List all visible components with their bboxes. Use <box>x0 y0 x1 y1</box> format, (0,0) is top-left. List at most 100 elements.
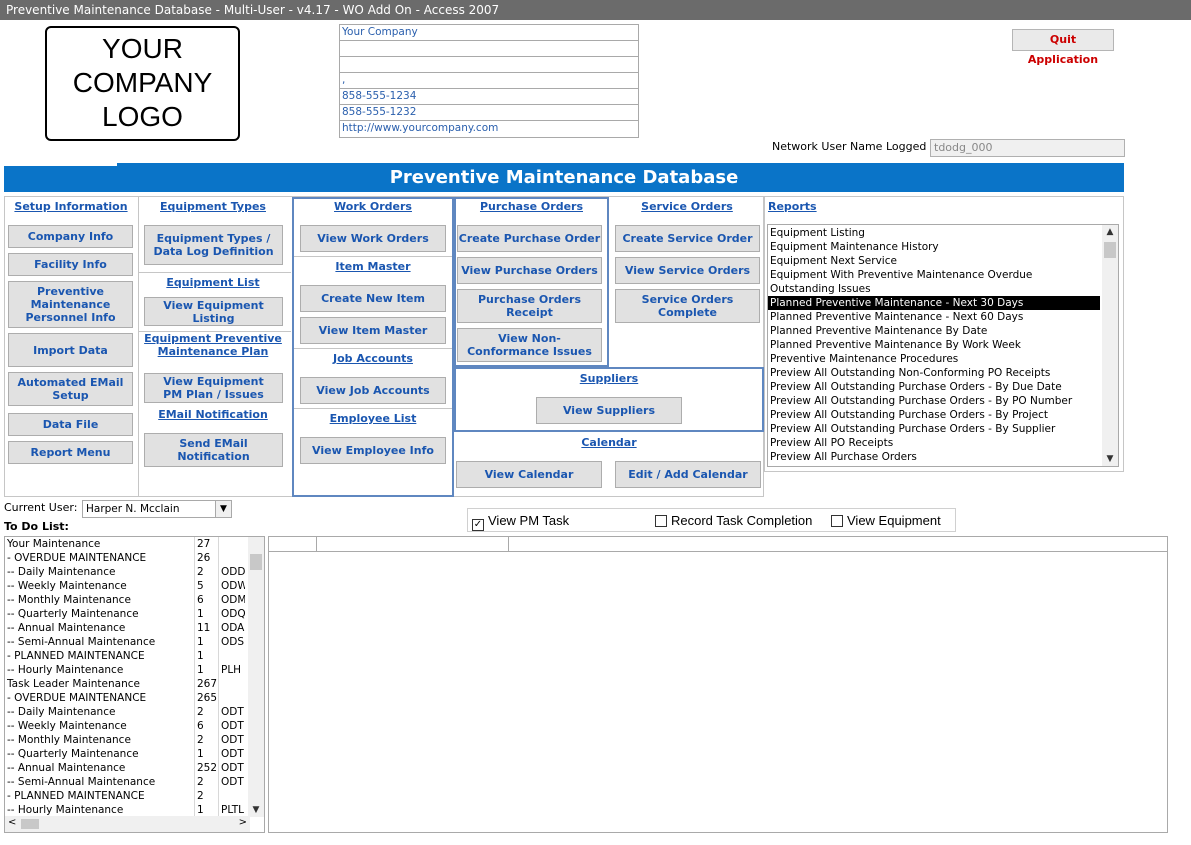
automated-email-setup-button[interactable]: Automated EMail Setup <box>8 372 133 406</box>
view-equipment-pm-plan-button[interactable]: View Equipment PM Plan / Issues <box>144 373 283 403</box>
report-list-item[interactable]: Preventive Maintenance Procedures <box>768 352 1100 366</box>
scroll-down-icon[interactable]: ▼ <box>1102 452 1118 466</box>
todo-row[interactable]: -- Hourly Maintenance 1 PLTL <box>5 803 264 817</box>
todo-row[interactable]: - PLANNED MAINTENANCE 1 <box>5 649 264 663</box>
report-list-item[interactable]: Planned Preventive Maintenance - Next 60… <box>768 310 1100 324</box>
view-item-master-button[interactable]: View Item Master <box>300 317 446 344</box>
scroll-right-icon[interactable]: > <box>239 817 247 828</box>
view-purchase-orders-button[interactable]: View Purchase Orders <box>457 257 602 284</box>
scroll-left-icon[interactable]: < <box>8 817 16 828</box>
todo-row[interactable]: -- Weekly Maintenance5ODW <box>5 579 264 593</box>
scroll-down-icon[interactable]: ▼ <box>248 803 264 817</box>
report-list-item[interactable]: Equipment With Preventive Maintenance Ov… <box>768 268 1100 282</box>
todo-row[interactable]: -- Quarterly Maintenance 1 ODQ <box>5 607 264 621</box>
report-list-item[interactable]: Equipment Listing <box>768 226 1100 240</box>
view-suppliers-button[interactable]: View Suppliers <box>536 397 682 424</box>
todo-row[interactable]: -- Annual Maintenance 11 ODA <box>5 621 264 635</box>
todo-row[interactable]: -- Semi-Annual Maintenance 2 ODT <box>5 775 264 789</box>
report-list-item[interactable]: Preview All Outstanding Purchase Orders … <box>768 380 1100 394</box>
task-detail-grid[interactable] <box>268 536 1168 833</box>
report-list-item[interactable]: Preview All Outstanding Purchase Orders … <box>768 394 1100 408</box>
purchase-orders-receipt-button[interactable]: Purchase Orders Receipt <box>457 289 602 323</box>
data-file-button[interactable]: Data File <box>8 413 133 436</box>
reports-list[interactable]: Equipment Listing Equipment Maintenance H… <box>767 224 1119 467</box>
todo-row[interactable]: - OVERDUE MAINTENANCE 265 <box>5 691 264 705</box>
chevron-down-icon[interactable]: ▼ <box>215 501 231 517</box>
job-accounts-header[interactable]: Job Accounts <box>294 352 452 365</box>
employee-list-header[interactable]: Employee List <box>294 412 452 425</box>
view-job-accounts-button[interactable]: View Job Accounts <box>300 377 446 404</box>
edit-add-calendar-button[interactable]: Edit / Add Calendar <box>615 461 761 488</box>
scroll-up-icon[interactable]: ▲ <box>1102 225 1118 239</box>
create-purchase-order-button[interactable]: Create Purchase Order <box>457 225 602 252</box>
report-menu-button[interactable]: Report Menu <box>8 441 133 464</box>
view-non-conformance-issues-button[interactable]: View Non-Conformance Issues <box>457 328 602 362</box>
reports-scrollbar[interactable]: ▲ ▼ <box>1102 225 1118 466</box>
work-orders-header[interactable]: Work Orders <box>294 200 452 213</box>
report-list-item[interactable]: Preview All Outstanding Purchase Orders … <box>768 408 1100 422</box>
record-task-completion-checkbox[interactable]: Record Task Completion <box>655 513 812 528</box>
report-list-item[interactable]: Equipment Maintenance History <box>768 240 1100 254</box>
todo-row[interactable]: -- Semi-Annual Maintenance 1 ODS <box>5 635 264 649</box>
todo-row[interactable]: -- Quarterly Maintenance 1 ODT <box>5 747 264 761</box>
view-equipment-listing-button[interactable]: View Equipment Listing <box>144 297 283 326</box>
scroll-thumb[interactable] <box>1104 242 1116 258</box>
view-service-orders-button[interactable]: View Service Orders <box>615 257 760 284</box>
suppliers-header[interactable]: Suppliers <box>456 372 762 385</box>
checkbox-empty-icon[interactable] <box>655 515 667 527</box>
item-master-header[interactable]: Item Master <box>294 260 452 273</box>
equipment-types-button[interactable]: Equipment Types / Data Log Definition <box>144 225 283 265</box>
todo-row[interactable]: - PLANNED MAINTENANCE 2 <box>5 789 264 803</box>
view-work-orders-button[interactable]: View Work Orders <box>300 225 446 252</box>
todo-row[interactable]: Your Maintenance 27 <box>5 537 264 551</box>
quit-application-button[interactable]: Quit Application <box>1012 29 1114 66</box>
view-equipment-checkbox[interactable]: View Equipment <box>831 513 941 528</box>
todo-vscrollbar[interactable]: ▼ <box>248 537 264 817</box>
network-user-field[interactable]: tdodg_000 <box>930 139 1125 157</box>
equipment-types-header[interactable]: Equipment Types <box>140 200 286 213</box>
todo-row[interactable]: -- Monthly Maintenance 6 ODM <box>5 593 264 607</box>
view-pm-task-checkbox[interactable]: ✓ View PM Task <box>472 513 569 531</box>
todo-row[interactable]: -- Daily Maintenance 2 ODT <box>5 705 264 719</box>
service-orders-header[interactable]: Service Orders <box>612 200 762 213</box>
email-notification-header[interactable]: EMail Notification <box>140 408 286 421</box>
todo-row[interactable]: - OVERDUE MAINTENANCE 26 <box>5 551 264 565</box>
todo-row[interactable]: -- Annual Maintenance 252 ODT <box>5 761 264 775</box>
report-list-item[interactable]: Planned Preventive Maintenance By Date <box>768 324 1100 338</box>
todo-row[interactable]: Task Leader Maintenance 267 <box>5 677 264 691</box>
send-email-notification-button[interactable]: Send EMail Notification <box>144 433 283 467</box>
equipment-list-header[interactable]: Equipment List <box>140 276 286 289</box>
facility-info-button[interactable]: Facility Info <box>8 253 133 276</box>
report-list-item[interactable]: Preview All PO Receipts <box>768 436 1100 450</box>
todo-row[interactable]: -- Monthly Maintenance 2 ODT <box>5 733 264 747</box>
report-list-item[interactable]: Preview All Outstanding Non-Conforming P… <box>768 366 1100 380</box>
checkbox-checked-icon[interactable]: ✓ <box>472 519 484 531</box>
report-list-item[interactable]: Outstanding Issues <box>768 282 1100 296</box>
checkbox-empty-icon[interactable] <box>831 515 843 527</box>
purchase-orders-header[interactable]: Purchase Orders <box>456 200 607 213</box>
report-list-item[interactable]: Planned Preventive Maintenance - Next 30… <box>768 296 1100 310</box>
current-user-select[interactable]: Harper N. Mcclain ▼ <box>82 500 232 518</box>
view-calendar-button[interactable]: View Calendar <box>456 461 602 488</box>
scroll-thumb[interactable] <box>250 554 262 570</box>
calendar-header[interactable]: Calendar <box>456 436 762 449</box>
report-list-item[interactable]: Preview All Purchase Orders <box>768 450 1100 464</box>
create-service-order-button[interactable]: Create Service Order <box>615 225 760 252</box>
setup-information-header[interactable]: Setup Information <box>8 200 134 213</box>
company-info-button[interactable]: Company Info <box>8 225 133 248</box>
todo-row[interactable]: -- Hourly Maintenance 1 PLH <box>5 663 264 677</box>
scroll-thumb[interactable] <box>21 819 39 829</box>
todo-list[interactable]: Your Maintenance 27 - OVERDUE MAINTENANCE… <box>4 536 265 833</box>
report-list-item[interactable]: Planned Preventive Maintenance By Work W… <box>768 338 1100 352</box>
view-employee-info-button[interactable]: View Employee Info <box>300 437 446 464</box>
create-new-item-button[interactable]: Create New Item <box>300 285 446 312</box>
todo-hscrollbar[interactable]: < > <box>5 816 250 832</box>
report-list-item[interactable]: Equipment Next Service <box>768 254 1100 268</box>
pm-personnel-info-button[interactable]: Preventive Maintenance Personnel Info <box>8 281 133 328</box>
todo-row[interactable]: -- Daily Maintenance 2 ODD <box>5 565 264 579</box>
import-data-button[interactable]: Import Data <box>8 333 133 367</box>
report-list-item[interactable]: Preview All Outstanding Purchase Orders … <box>768 422 1100 436</box>
reports-header[interactable]: Reports <box>768 200 817 213</box>
todo-row[interactable]: -- Weekly Maintenance 6 ODT <box>5 719 264 733</box>
equipment-pm-plan-header[interactable]: Equipment Preventive Maintenance Plan <box>140 332 286 358</box>
